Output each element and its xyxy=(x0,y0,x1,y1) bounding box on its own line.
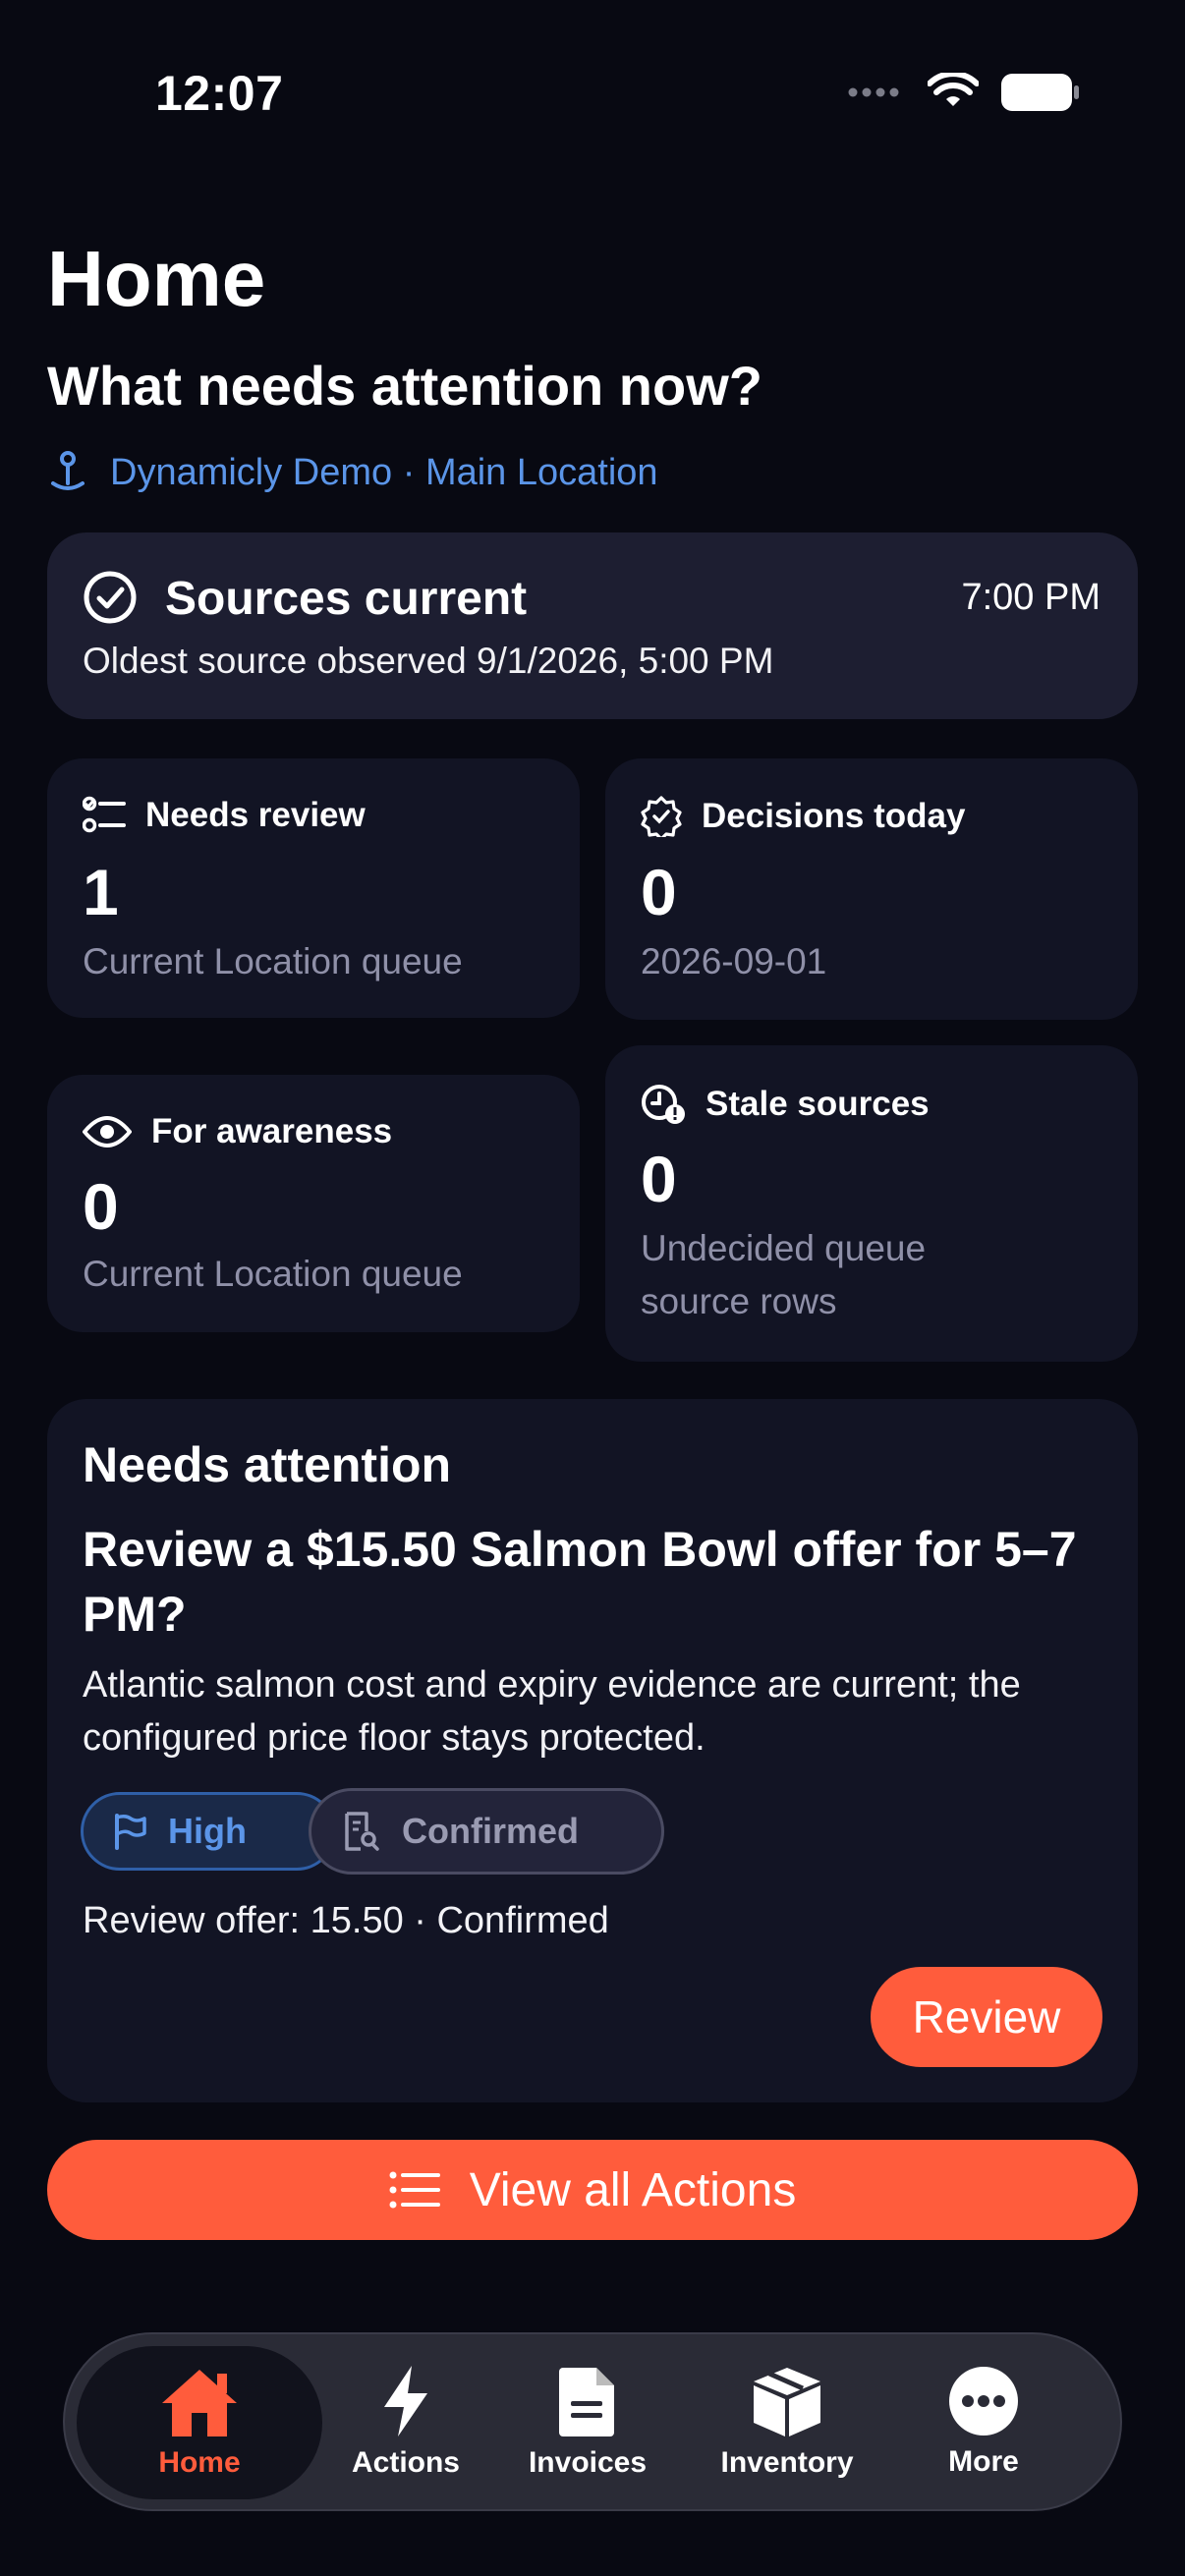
stale-sources-label: Stale sources xyxy=(705,1085,930,1123)
check-circle-icon xyxy=(84,571,137,624)
eye-icon xyxy=(83,1116,132,1148)
tab-bar: Home Actions Invoices Inventory More xyxy=(63,2332,1122,2511)
for-awareness-label: For awareness xyxy=(151,1112,393,1150)
verified-badge-icon xyxy=(641,796,682,837)
decisions-today-desc: 2026-09-01 xyxy=(641,941,827,981)
needs-attention-card: Needs attention Review a $15.50 Salmon B… xyxy=(47,1399,1138,2102)
sources-status-title: Sources current xyxy=(165,573,528,625)
signal-dots-icon xyxy=(848,87,899,97)
document-icon xyxy=(559,2368,614,2436)
stale-sources-desc: Undecided queue source rows xyxy=(641,1228,927,1321)
status-chip-label: Confirmed xyxy=(402,1811,579,1851)
decisions-today-label: Decisions today xyxy=(702,797,966,835)
location-label: Dynamicly Demo · Main Location xyxy=(110,451,658,493)
tab-inventory-label: Inventory xyxy=(720,2446,854,2479)
view-all-actions-button[interactable]: View all Actions xyxy=(47,2140,1138,2240)
attention-body: Atlantic salmon cost and expiry evidence… xyxy=(83,1664,1021,1759)
tab-home-label: Home xyxy=(158,2446,241,2479)
document-search-icon xyxy=(345,1812,379,1851)
tab-invoices-label: Invoices xyxy=(528,2446,648,2479)
sources-status-time: 7:00 PM xyxy=(961,577,1100,618)
home-icon xyxy=(162,2370,237,2436)
priority-chip-label: High xyxy=(168,1811,247,1851)
needs-review-card[interactable]: Needs review 1 Current Location queue xyxy=(47,758,580,1018)
stale-sources-value: 0 xyxy=(641,1143,677,1215)
tab-home[interactable]: Home xyxy=(77,2346,322,2499)
priority-chip: High xyxy=(81,1792,336,1871)
flag-icon xyxy=(115,1814,146,1850)
tab-actions-label: Actions xyxy=(351,2446,460,2479)
battery-icon xyxy=(1001,74,1079,111)
for-awareness-card[interactable]: For awareness 0 Current Location queue xyxy=(47,1075,580,1332)
tab-actions[interactable]: Actions xyxy=(332,2334,480,2509)
location-selector[interactable]: Dynamicly Demo · Main Location xyxy=(47,450,658,495)
needs-review-desc: Current Location queue xyxy=(83,941,463,981)
tab-inventory[interactable]: Inventory xyxy=(694,2334,880,2509)
needs-review-label: Needs review xyxy=(145,796,366,834)
page-title: Home xyxy=(47,235,266,322)
sources-status-card: Sources current 7:00 PM Oldest source ob… xyxy=(47,532,1138,719)
decisions-today-value: 0 xyxy=(641,856,677,928)
status-icons xyxy=(847,73,1081,112)
needs-review-value: 1 xyxy=(83,856,119,928)
page-subtitle: What needs attention now? xyxy=(47,355,762,417)
checklist-icon xyxy=(83,796,126,833)
status-chip: Confirmed xyxy=(309,1788,664,1875)
more-icon xyxy=(949,2367,1018,2436)
tab-invoices[interactable]: Invoices xyxy=(509,2334,666,2509)
bolt-icon xyxy=(384,2366,427,2436)
tab-more[interactable]: More xyxy=(910,2334,1057,2509)
tab-more-label: More xyxy=(948,2445,1019,2478)
wifi-icon xyxy=(928,73,979,106)
for-awareness-value: 0 xyxy=(83,1170,119,1243)
clock-alert-icon xyxy=(642,1085,685,1124)
decisions-today-card[interactable]: Decisions today 0 2026-09-01 xyxy=(605,758,1138,1020)
status-time: 12:07 xyxy=(155,66,284,121)
attention-meta: Review offer: 15.50 · Confirmed xyxy=(83,1900,609,1941)
box-icon xyxy=(754,2368,820,2436)
sources-status-subtitle: Oldest source observed 9/1/2026, 5:00 PM xyxy=(83,641,774,681)
view-all-actions-label: View all Actions xyxy=(469,2163,797,2216)
for-awareness-desc: Current Location queue xyxy=(83,1254,463,1294)
list-icon xyxy=(389,2171,440,2209)
review-button[interactable]: Review xyxy=(871,1967,1102,2067)
location-pin-icon xyxy=(51,451,85,490)
attention-question: Review a $15.50 Salmon Bowl offer for 5–… xyxy=(83,1522,1077,1642)
needs-attention-heading: Needs attention xyxy=(83,1437,452,1492)
stale-sources-card[interactable]: Stale sources 0 Undecided queue source r… xyxy=(605,1045,1138,1362)
